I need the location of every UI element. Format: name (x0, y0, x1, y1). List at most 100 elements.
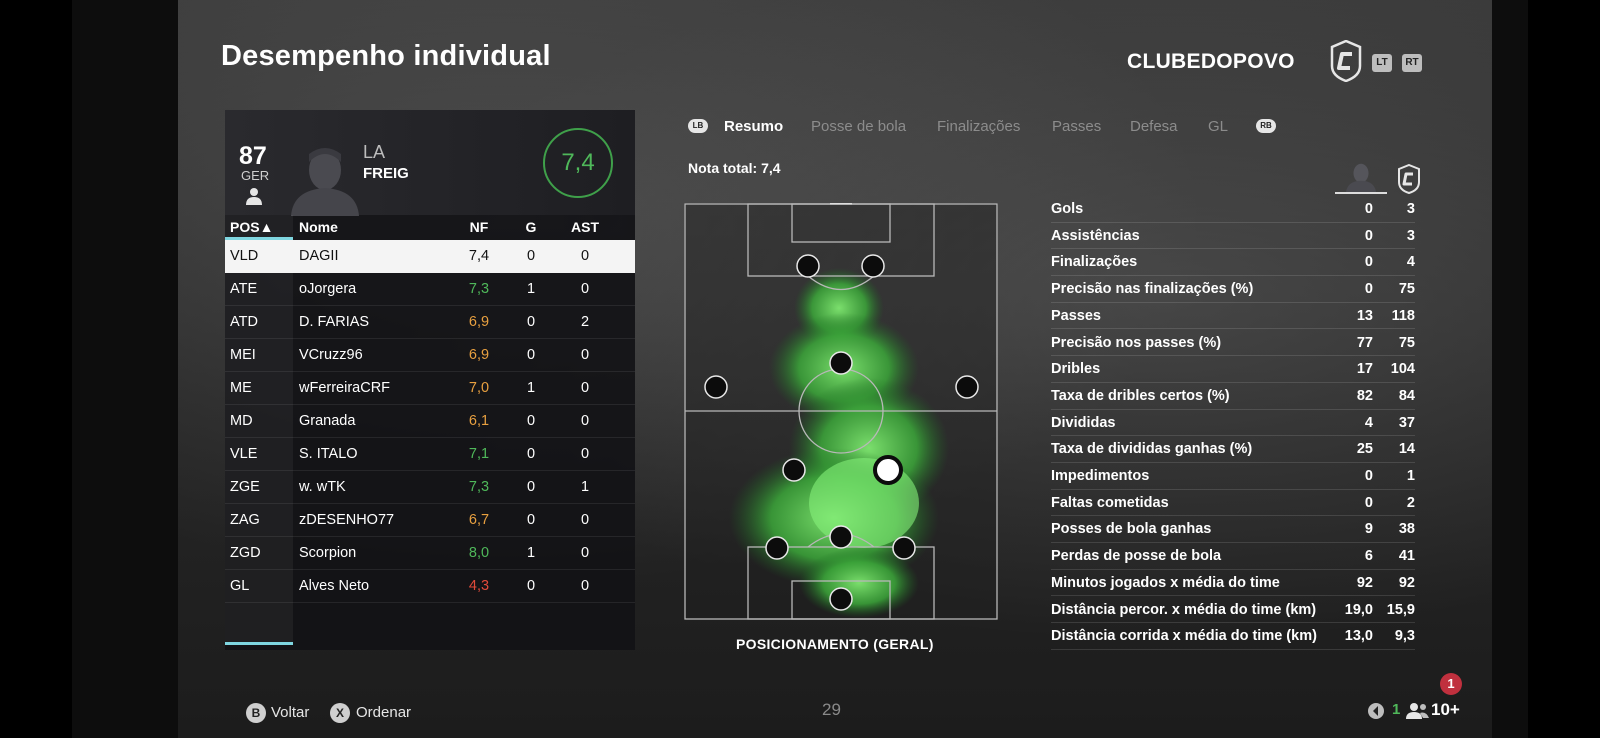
stat-row: Taxa de divididas ganhas (%) 25 14 (1051, 436, 1415, 463)
tab-posse-de-bola[interactable]: Posse de bola (811, 118, 906, 135)
stat-player-value: 9 (1364, 521, 1373, 538)
table-row[interactable]: MEI VCruzz96 6,9 0 0 (225, 339, 635, 372)
row-ast: 0 (580, 413, 590, 429)
list-scroll-indicator (225, 642, 293, 645)
row-name: DAGII (299, 248, 339, 264)
tab-defesa[interactable]: Defesa (1130, 118, 1178, 135)
row-nf: 6,9 (468, 314, 490, 330)
stat-player-value: 13,0 (1344, 628, 1373, 645)
stat-team-value: 9,3 (1394, 628, 1415, 645)
stat-player-value: 4 (1364, 414, 1373, 431)
b-button-icon[interactable]: B (246, 703, 266, 723)
table-row[interactable]: ZAG zDESENHO77 6,7 0 0 (225, 504, 635, 537)
row-ast: 0 (580, 512, 590, 528)
header-name[interactable]: Nome (299, 215, 338, 240)
stat-team-value: 41 (1398, 548, 1415, 565)
stat-row: Distância percor. x média do time (km) 19… (1051, 597, 1415, 624)
table-row[interactable]: VLE S. ITALO 7,1 0 0 (225, 438, 635, 471)
row-g: 0 (526, 248, 536, 264)
row-pos: ATE (230, 281, 258, 297)
table-row[interactable]: GL Alves Neto 4,3 0 0 (225, 570, 635, 603)
tab-gl[interactable]: GL (1208, 118, 1228, 135)
table-row[interactable]: ZGD Scorpion 8,0 1 0 (225, 537, 635, 570)
stat-team-value: 15,9 (1386, 601, 1415, 618)
match-rating-ring: 7,4 (543, 128, 613, 198)
stat-player-value: 13 (1356, 307, 1373, 324)
row-pos: ATD (230, 314, 258, 330)
tab-resumo[interactable]: Resumo (724, 118, 783, 135)
table-row[interactable]: MD Granada 6,1 0 0 (225, 405, 635, 438)
page-number: 29 (822, 700, 841, 719)
row-pos: ZGE (230, 479, 260, 495)
stat-row: Finalizações 0 4 (1051, 249, 1415, 277)
notification-badge[interactable]: 1 (1440, 673, 1462, 695)
stat-row: Perdas de posse de bola 6 41 (1051, 543, 1415, 570)
player-last-name: FREIG (363, 165, 409, 182)
stat-label: Gols (1051, 201, 1084, 217)
stat-team-value: 118 (1391, 307, 1415, 324)
rb-button[interactable]: RB (1256, 119, 1276, 133)
tab-finalizacoes[interactable]: Finalizações (937, 118, 1020, 135)
row-pos: ME (230, 380, 252, 396)
player-overall: 87 (239, 142, 267, 170)
selected-player-marker (873, 455, 903, 485)
online-count: 1 (1392, 701, 1401, 718)
lt-trigger-button[interactable]: LT (1372, 54, 1392, 72)
table-row[interactable]: ATD D. FARIAS 6,9 0 2 (225, 306, 635, 339)
row-pos: ZGD (230, 545, 261, 561)
stat-label: Impedimentos (1051, 468, 1150, 484)
row-name: oJorgera (299, 281, 357, 297)
stat-label: Dribles (1051, 361, 1101, 378)
stat-label: Precisão nas finalizações (%) (1051, 281, 1254, 298)
group-icon[interactable] (1406, 702, 1430, 720)
row-g: 1 (526, 380, 536, 396)
sort-button[interactable]: Ordenar (356, 703, 411, 723)
stat-row: Impedimentos 0 1 (1051, 463, 1415, 490)
row-g: 0 (526, 446, 536, 462)
table-row[interactable]: ZGE w. wTK 7,3 0 1 (225, 471, 635, 504)
row-g: 0 (526, 413, 536, 429)
row-ast: 0 (580, 281, 590, 297)
lb-button[interactable]: LB (688, 119, 708, 133)
stat-player-value: 0 (1364, 281, 1373, 298)
back-button[interactable]: Voltar (271, 703, 309, 723)
row-nf: 6,1 (468, 413, 490, 429)
x-button-icon[interactable]: X (330, 703, 350, 723)
row-nf: 7,3 (468, 479, 490, 495)
stat-team-value: 37 (1398, 414, 1415, 431)
stat-team-value: 104 (1390, 361, 1415, 378)
stat-row: Assistências 0 3 (1051, 223, 1415, 250)
row-ast: 0 (580, 380, 590, 396)
stat-row: Faltas cometidas 0 2 (1051, 490, 1415, 517)
row-nf: 7,1 (468, 446, 490, 462)
table-row[interactable]: ATE oJorgera 7,3 1 0 (225, 273, 635, 306)
stat-team-value: 3 (1406, 201, 1415, 217)
club-crest-icon (1330, 40, 1362, 82)
row-name: S. ITALO (299, 446, 358, 462)
player-position: GER (241, 168, 270, 183)
stat-row: Dribles 17 104 (1051, 356, 1415, 383)
stat-row: Gols 0 3 (1051, 196, 1415, 223)
stat-label: Perdas de posse de bola (1051, 548, 1222, 565)
table-row[interactable]: VLD DAGII 7,4 0 0 (225, 240, 635, 273)
table-row[interactable]: ME wFerreiraCRF 7,0 1 0 (225, 372, 635, 405)
player-list-panel: 87 GER LA FREIG 7,4 POS▲ Nome NF G AST V… (225, 110, 635, 650)
stat-row: Distância corrida x média do time (km) 13… (1051, 623, 1415, 650)
stat-row: Minutos jogados x média do time 92 92 (1051, 570, 1415, 597)
stat-player-value: 6 (1364, 548, 1373, 565)
stat-label: Assistências (1051, 227, 1140, 244)
header-g[interactable]: G (520, 215, 542, 240)
rt-trigger-button[interactable]: RT (1402, 54, 1422, 72)
sound-icon[interactable] (1367, 702, 1385, 720)
row-ast: 2 (580, 314, 590, 330)
stat-player-value: 92 (1356, 574, 1373, 591)
friends-count: 10+ (1431, 700, 1460, 719)
row-pos: VLD (230, 248, 259, 264)
page-title: Desempenho individual (221, 40, 551, 72)
header-ast[interactable]: AST (565, 215, 605, 240)
tab-passes[interactable]: Passes (1052, 118, 1101, 135)
row-name: Scorpion (299, 545, 357, 561)
header-nf[interactable]: NF (459, 215, 499, 240)
stat-player-value: 0 (1364, 254, 1373, 271)
row-g: 0 (526, 512, 536, 528)
